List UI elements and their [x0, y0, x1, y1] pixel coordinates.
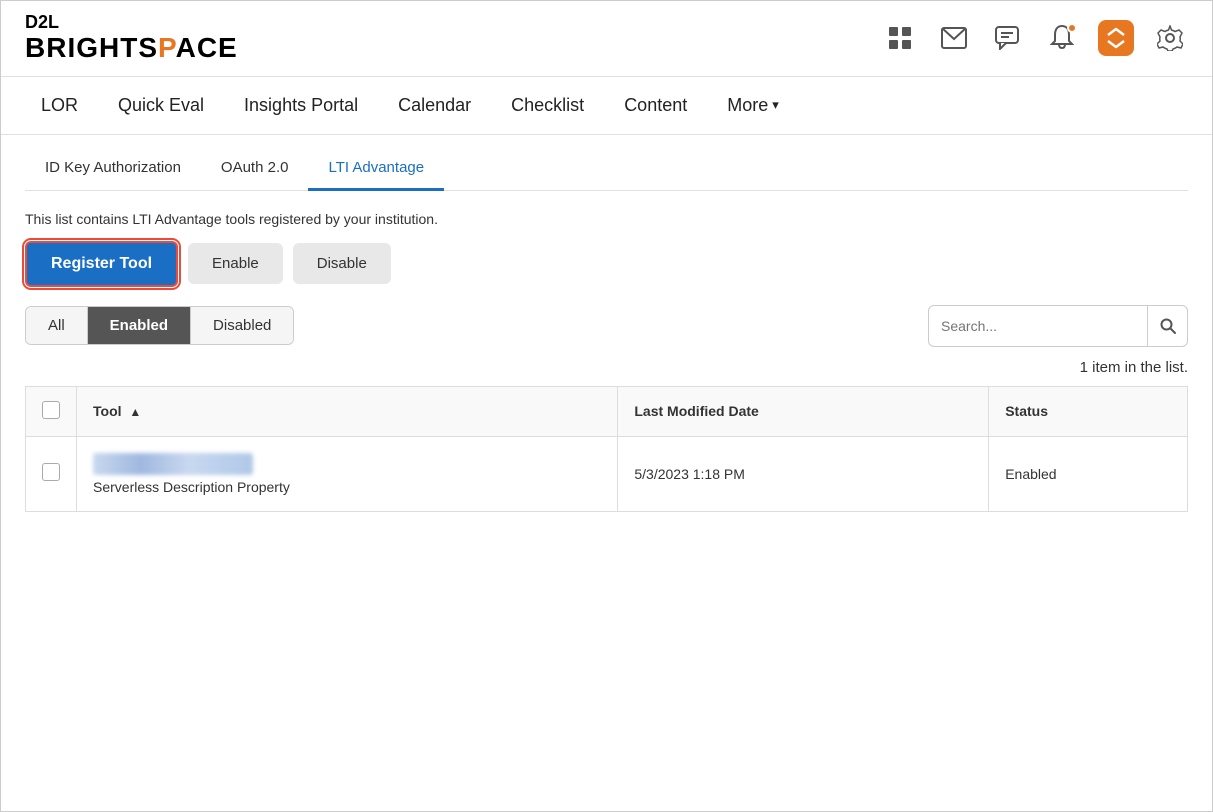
logo-brightspace-post: ACE — [176, 32, 238, 63]
description-text: This list contains LTI Advantage tools r… — [25, 211, 1188, 227]
search-button[interactable] — [1147, 306, 1187, 346]
table-row: Serverless Description Property 5/3/2023… — [26, 436, 1188, 511]
filter-all[interactable]: All — [26, 307, 88, 344]
search-input[interactable] — [929, 318, 1147, 334]
grid-icon[interactable] — [882, 20, 918, 56]
nav-checklist[interactable]: Checklist — [495, 77, 600, 134]
tab-oauth[interactable]: OAuth 2.0 — [201, 147, 309, 191]
gear-icon[interactable] — [1152, 20, 1188, 56]
tabs-row: ID Key Authorization OAuth 2.0 LTI Advan… — [25, 135, 1188, 191]
search-box — [928, 305, 1188, 347]
nav-bar: LOR Quick Eval Insights Portal Calendar … — [1, 77, 1212, 135]
enable-button[interactable]: Enable — [188, 243, 283, 284]
filter-disabled[interactable]: Disabled — [191, 307, 293, 344]
mail-icon[interactable] — [936, 20, 972, 56]
tool-image-placeholder — [93, 453, 253, 475]
header-icons — [882, 20, 1188, 56]
nav-calendar[interactable]: Calendar — [382, 77, 487, 134]
notification-badge — [1067, 23, 1077, 33]
filter-tabs: All Enabled Disabled — [25, 306, 294, 345]
table-header-last-modified: Last Modified Date — [618, 386, 989, 436]
logo-d2l: D2L — [25, 13, 238, 33]
chevron-down-icon: ▾ — [772, 97, 779, 113]
disable-button[interactable]: Disable — [293, 243, 391, 284]
buttons-row: Register Tool Enable Disable — [25, 241, 1188, 287]
nav-more[interactable]: More ▾ — [711, 77, 795, 134]
select-all-checkbox[interactable] — [42, 401, 60, 419]
tab-lti-advantage[interactable]: LTI Advantage — [308, 147, 444, 191]
logo-brightspace-pre: BRIGHTS — [25, 32, 158, 63]
row-checkbox[interactable] — [42, 463, 60, 481]
nav-quick-eval[interactable]: Quick Eval — [102, 77, 220, 134]
nav-content[interactable]: Content — [608, 77, 703, 134]
main-content: ID Key Authorization OAuth 2.0 LTI Advan… — [1, 135, 1212, 811]
app-container: D2L BRIGHTSPACE — [0, 0, 1213, 812]
logo-brightspace: BRIGHTSPACE — [25, 33, 238, 64]
last-modified-cell: 5/3/2023 1:18 PM — [618, 436, 989, 511]
table-header-status: Status — [989, 386, 1188, 436]
filter-row: All Enabled Disabled — [25, 305, 1188, 347]
data-table: Tool ▲ Last Modified Date Status Serv — [25, 386, 1188, 512]
nav-lor[interactable]: LOR — [25, 77, 94, 134]
tool-name: Serverless Description Property — [93, 479, 601, 495]
search-icon — [1160, 318, 1176, 334]
table-header-checkbox — [26, 386, 77, 436]
chat-icon[interactable] — [990, 20, 1026, 56]
status-cell: Enabled — [989, 436, 1188, 511]
nav-insights-portal[interactable]: Insights Portal — [228, 77, 374, 134]
switch-icon[interactable] — [1098, 20, 1134, 56]
tool-cell-content: Serverless Description Property — [93, 453, 601, 495]
register-tool-button[interactable]: Register Tool — [25, 241, 178, 287]
tool-cell: Serverless Description Property — [77, 436, 618, 511]
header: D2L BRIGHTSPACE — [1, 1, 1212, 77]
item-count: 1 item in the list. — [25, 359, 1188, 376]
row-checkbox-cell — [26, 436, 77, 511]
bell-icon[interactable] — [1044, 20, 1080, 56]
tab-id-key-authorization[interactable]: ID Key Authorization — [25, 147, 201, 191]
filter-enabled[interactable]: Enabled — [88, 307, 191, 344]
logo: D2L BRIGHTSPACE — [25, 13, 238, 64]
logo-brightspace-accent: P — [158, 32, 176, 63]
sort-arrow-icon: ▲ — [129, 405, 141, 419]
table-header-tool[interactable]: Tool ▲ — [77, 386, 618, 436]
